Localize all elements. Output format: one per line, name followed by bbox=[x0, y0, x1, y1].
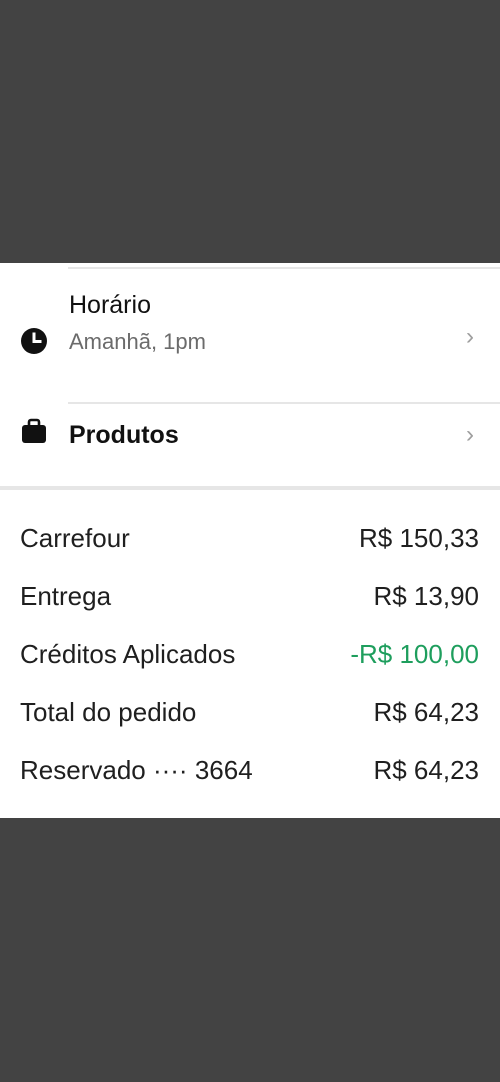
summary-value: R$ 64,23 bbox=[373, 697, 479, 727]
summary-value-credit: -R$ 100,00 bbox=[350, 639, 479, 669]
schedule-title: Horário bbox=[69, 291, 151, 319]
summary-label: Entrega bbox=[20, 581, 112, 611]
summary-label: Total do pedido bbox=[20, 697, 197, 727]
schedule-subtitle: Amanhã, 1pm bbox=[69, 329, 206, 354]
summary-row-delivery: Entrega R$ 13,90 bbox=[0, 579, 500, 637]
summary-row-store: Carrefour R$ 150,33 bbox=[0, 521, 500, 579]
order-summary: Carrefour R$ 150,33 Entrega R$ 13,90 Cré… bbox=[0, 521, 500, 811]
summary-label: Reservado ···· 3664 bbox=[20, 755, 253, 785]
summary-value: R$ 150,33 bbox=[359, 523, 479, 553]
summary-label: Carrefour bbox=[20, 523, 130, 553]
schedule-row[interactable]: Horário Amanhã, 1pm › bbox=[0, 287, 500, 404]
section-divider bbox=[0, 486, 500, 490]
chevron-right-icon: › bbox=[466, 323, 474, 350]
products-title: Produtos bbox=[69, 421, 179, 449]
summary-row-reserved: Reservado ···· 3664 R$ 64,23 bbox=[0, 753, 500, 811]
chevron-right-icon: › bbox=[466, 421, 474, 448]
clock-icon bbox=[20, 327, 48, 355]
shopping-bag-icon bbox=[20, 417, 48, 445]
summary-row-credits: Créditos Aplicados -R$ 100,00 bbox=[0, 637, 500, 695]
summary-value: R$ 64,23 bbox=[373, 755, 479, 785]
summary-row-total: Total do pedido R$ 64,23 bbox=[0, 695, 500, 753]
summary-label: Créditos Aplicados bbox=[20, 639, 236, 669]
order-details-card: Horário Amanhã, 1pm › Produtos › Carrefo… bbox=[0, 263, 500, 818]
products-row[interactable]: Produtos › bbox=[0, 391, 500, 481]
divider bbox=[68, 267, 500, 269]
summary-value: R$ 13,90 bbox=[373, 581, 479, 611]
